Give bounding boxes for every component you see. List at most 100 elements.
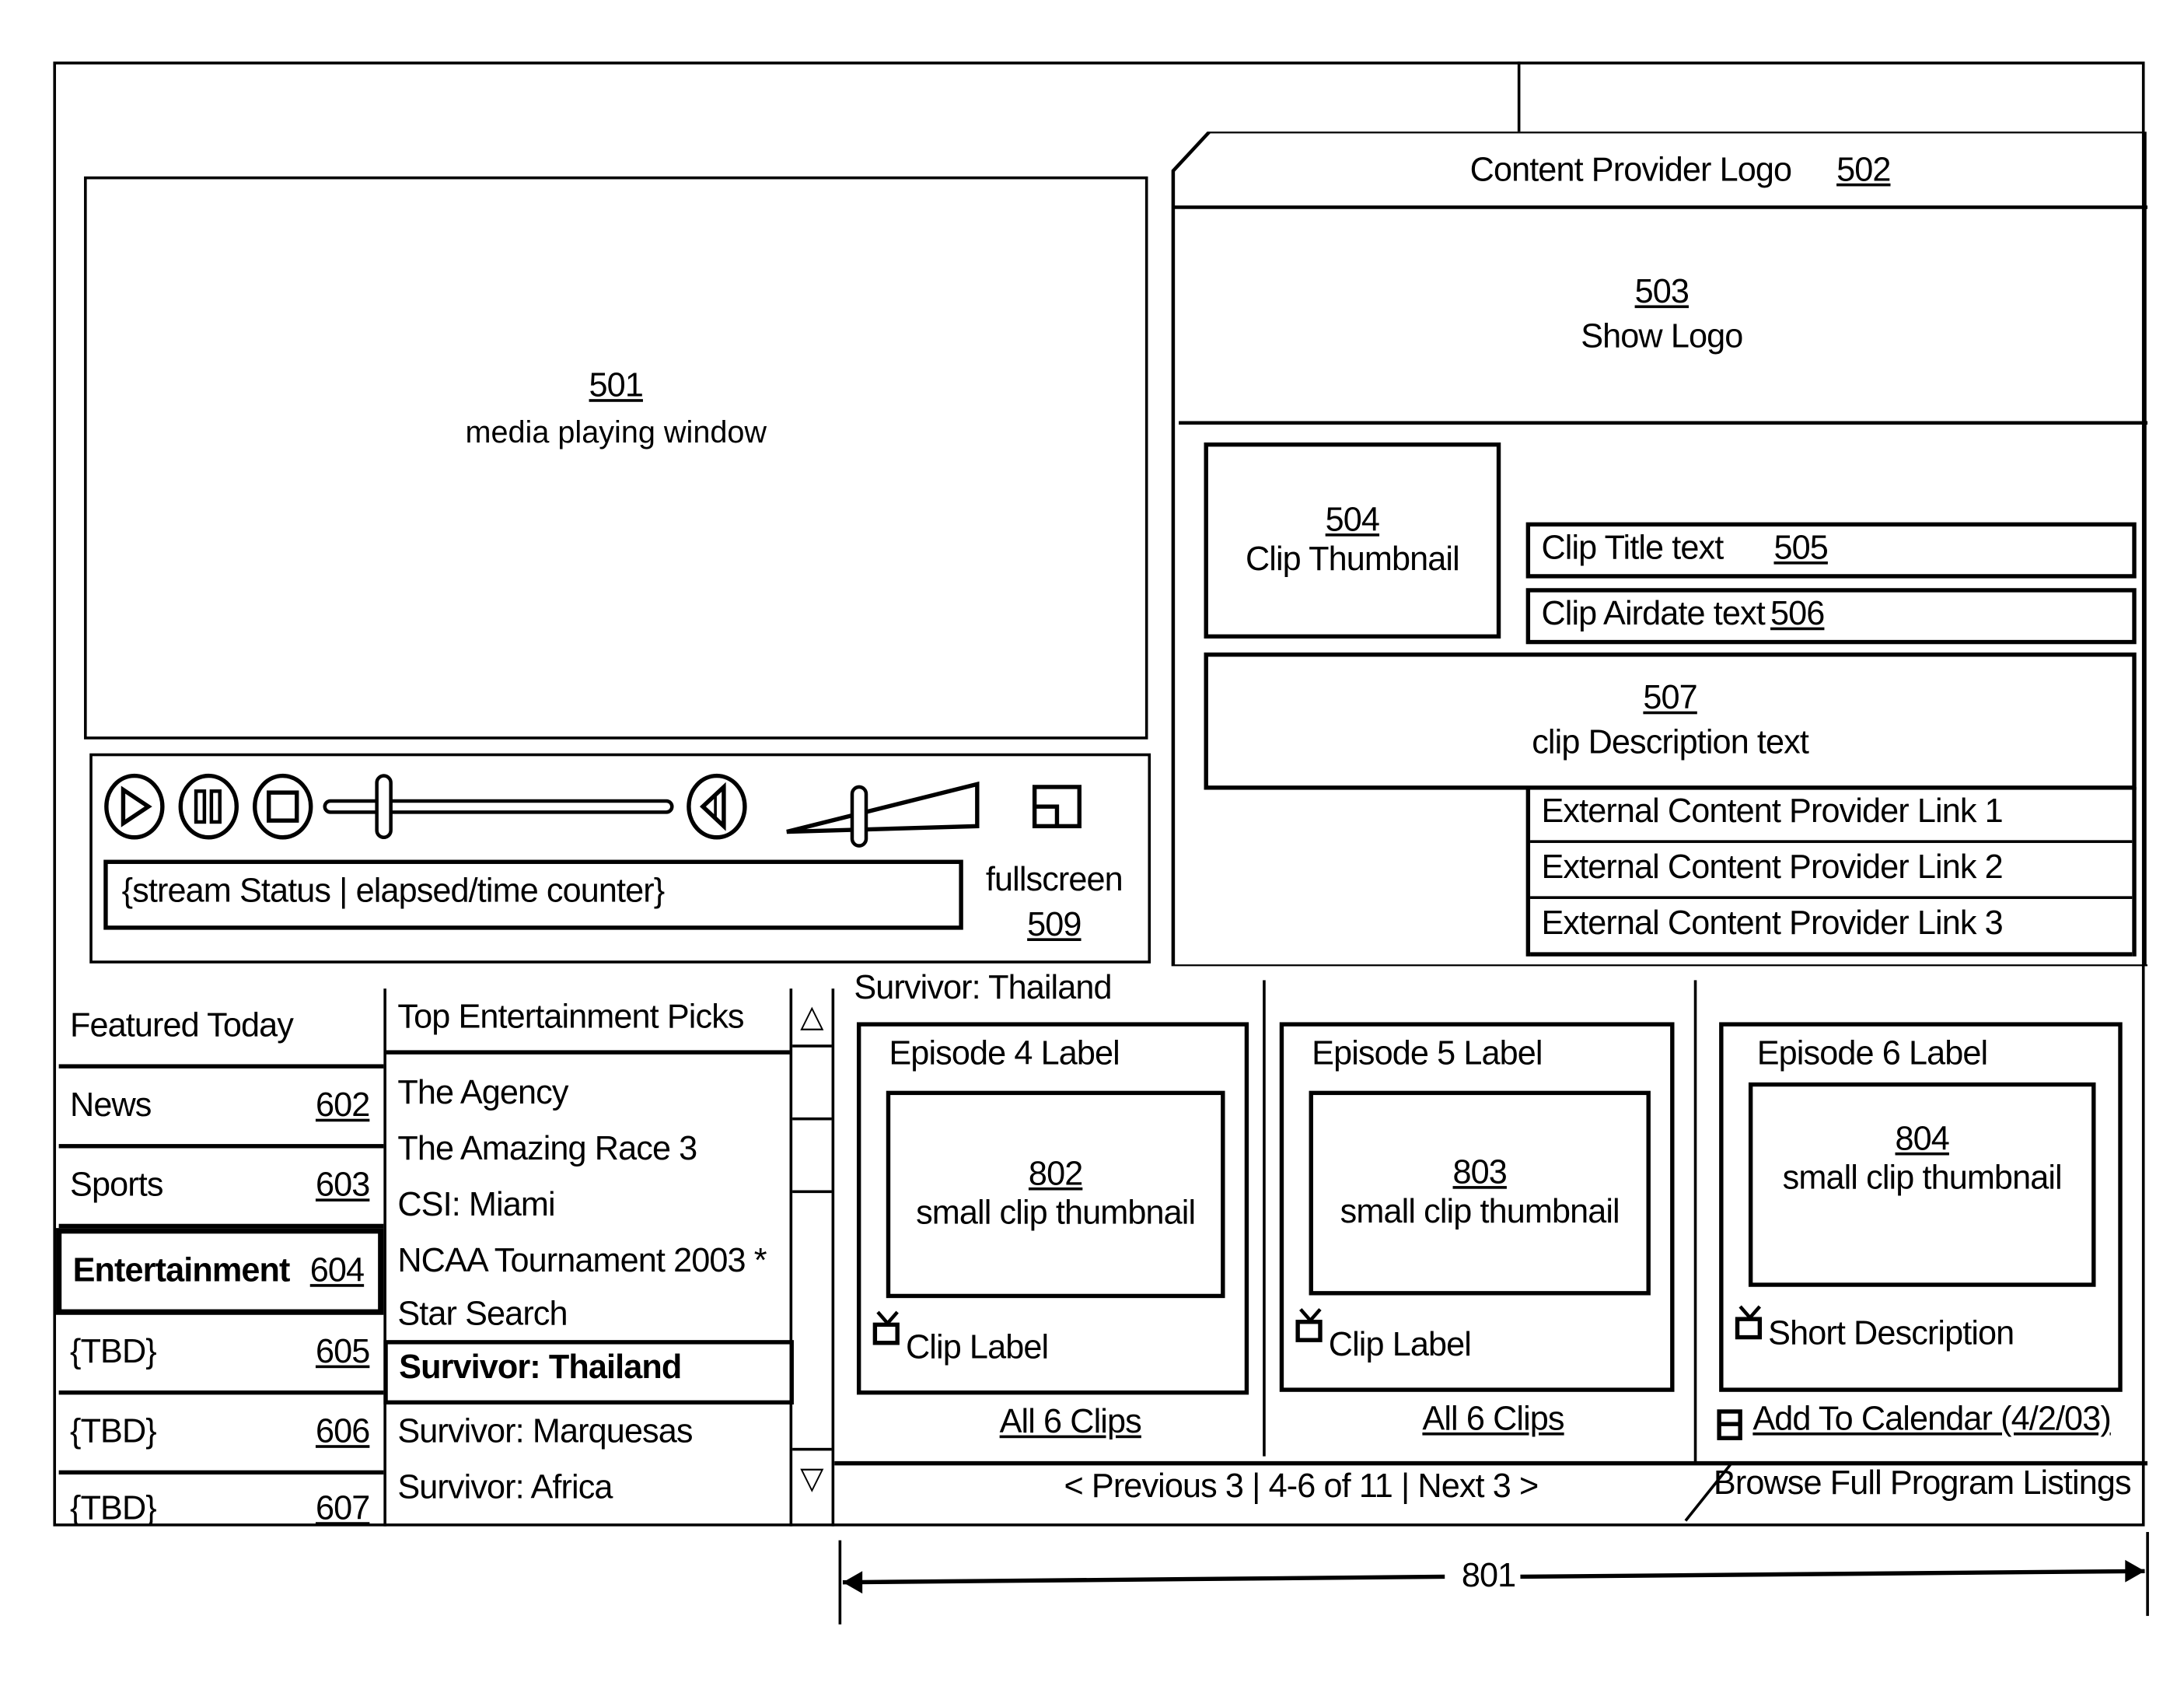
category-item-sports[interactable]: Sports 603 <box>58 1148 384 1229</box>
category-item-tbd-606[interactable]: {TBD} 606 <box>58 1394 384 1475</box>
episode-card[interactable]: Episode 6 Label 804 small clip thumbnail… <box>1719 1022 2123 1392</box>
thumbnail-ref: 804 <box>1895 1120 1950 1159</box>
clip-thumbnail-label: Clip Thumbnail <box>1245 540 1460 579</box>
fullscreen-button[interactable] <box>1030 782 1086 838</box>
thumbnail-label: small clip thumbnail <box>1782 1159 2063 1198</box>
small-clip-thumbnail[interactable]: 803 small clip thumbnail <box>1309 1090 1651 1296</box>
category-label: News <box>70 1086 152 1125</box>
category-label: {TBD} <box>70 1412 157 1451</box>
episodes-area: Survivor: Thailand Episode 4 Label 802 s… <box>834 966 2148 1526</box>
clip-thumbnail-ref: 504 <box>1325 501 1380 540</box>
provider-logo-ref: 502 <box>1836 151 1891 190</box>
scroll-down-button[interactable]: ▽ <box>792 1447 832 1507</box>
scroll-up-button[interactable]: △ <box>792 988 832 1048</box>
category-ref: 605 <box>315 1333 370 1371</box>
arrow-right-icon <box>2125 1559 2145 1583</box>
speaker-icon <box>699 782 726 831</box>
play-button[interactable] <box>104 773 165 840</box>
pick-item[interactable]: Survivor: Marquesas <box>386 1404 790 1460</box>
progress-slider[interactable] <box>323 774 674 840</box>
external-link-3[interactable]: External Content Provider Link 3 <box>1530 899 2133 957</box>
episode-label: Episode 5 Label <box>1312 1034 1543 1073</box>
episode-card[interactable]: Episode 4 Label 802 small clip thumbnail… <box>856 1022 1249 1395</box>
scrollbar-track[interactable] <box>792 1193 831 1448</box>
category-label: {TBD} <box>70 1489 157 1528</box>
episode-card[interactable]: Episode 5 Label 803 small clip thumbnail… <box>1279 1022 1675 1392</box>
picks-header-label: Top Entertainment Picks <box>397 998 744 1037</box>
triangle-up-icon: △ <box>800 998 824 1034</box>
clip-airdate-field: Clip Airdate text 506 <box>1525 588 2137 645</box>
category-ref: 603 <box>315 1166 370 1205</box>
pick-item[interactable]: Star Search <box>386 1289 790 1340</box>
episode-label: Episode 4 Label <box>889 1034 1120 1073</box>
pick-item[interactable]: CSI: Miami <box>386 1177 790 1233</box>
all-clips-link[interactable]: All 6 Clips <box>1422 1401 1564 1439</box>
episode-pager[interactable]: < Previous 3 | 4-6 of 11 | Next 3 > <box>1064 1467 1539 1506</box>
thumbnail-ref: 803 <box>1452 1153 1508 1192</box>
pick-item[interactable]: Survivor: Africa <box>386 1460 790 1516</box>
external-links: External Content Provider Link 1 Externa… <box>1525 786 2137 957</box>
clip-title-ref: 505 <box>1773 529 1828 568</box>
clip-label: Clip Label <box>1328 1326 1472 1364</box>
category-item-tbd-605[interactable]: {TBD} 605 <box>58 1315 384 1395</box>
picks-scrollbar[interactable]: △ ▽ <box>792 988 835 1527</box>
column-divider <box>1263 980 1266 1457</box>
small-clip-thumbnail[interactable]: 802 small clip thumbnail <box>886 1090 1225 1299</box>
category-label: Sports <box>70 1166 163 1205</box>
category-list: Featured Today News 602 Sports 603 Enter… <box>56 988 386 1527</box>
pick-item[interactable]: NCAA Tournament 2003 * <box>386 1233 790 1289</box>
fullscreen-label[interactable]: fullscreen 509 <box>977 857 1131 950</box>
show-logo: 503 Show Logo <box>1176 210 2148 420</box>
mute-button[interactable] <box>687 773 747 840</box>
pick-item-selected[interactable]: Survivor: Thailand <box>383 1340 794 1405</box>
clip-thumbnail[interactable]: 504 Clip Thumbnail <box>1204 442 1501 639</box>
player-controls-panel: {stream Status | elapsed/time counter} f… <box>89 753 1151 964</box>
thumbnail-ref: 802 <box>1028 1155 1083 1194</box>
all-clips-link[interactable]: All 6 Clips <box>1000 1403 1142 1442</box>
category-item-entertainment[interactable]: Entertainment 604 <box>56 1228 384 1315</box>
provider-logo-label: Content Provider Logo <box>1469 151 1792 190</box>
external-link-1[interactable]: External Content Provider Link 1 <box>1530 787 2133 843</box>
column-divider <box>1693 980 1697 1462</box>
progress-thumb <box>375 774 393 840</box>
clip-description-label: clip Description text <box>1532 723 1809 762</box>
content-provider-logo: Content Provider Logo 502 <box>1469 151 1892 190</box>
category-label: Entertainment <box>72 1251 291 1290</box>
category-label: {TBD} <box>70 1333 157 1371</box>
tv-icon <box>872 1310 900 1345</box>
add-to-calendar-link[interactable]: Add To Calendar (4/2/03) <box>1752 1401 2111 1439</box>
pick-item[interactable]: The Amazing Race 3 <box>386 1121 790 1177</box>
transport-controls <box>104 773 980 848</box>
short-description: Short Description <box>1768 1314 2015 1353</box>
show-logo-label: Show Logo <box>1581 317 1743 356</box>
external-link-2[interactable]: External Content Provider Link 2 <box>1530 843 2133 899</box>
pick-item[interactable]: The Agency <box>386 1065 790 1121</box>
pause-icon <box>194 789 207 824</box>
episodes-show-title: Survivor: Thailand <box>854 969 1112 1007</box>
volume-ramp <box>786 781 980 834</box>
stream-status-text: {stream Status | elapsed/time counter} <box>121 872 666 911</box>
stop-button[interactable] <box>253 773 313 840</box>
clip-info-panel: Content Provider Logo 502 503 Show Logo … <box>1170 131 2148 967</box>
clip-title-field: Clip Title text 505 <box>1525 522 2137 579</box>
clip-description-ref: 507 <box>1643 679 1697 717</box>
fullscreen-text: fullscreen <box>985 861 1123 899</box>
browse-full-listings-link[interactable]: Browse Full Program Listings <box>1714 1464 2132 1503</box>
thumbnail-label: small clip thumbnail <box>916 1194 1196 1233</box>
small-clip-thumbnail[interactable]: 804 small clip thumbnail <box>1748 1082 2096 1287</box>
scrollbar-thumb[interactable] <box>792 1117 832 1194</box>
category-item-tbd-607[interactable]: {TBD} 607 <box>59 1474 384 1544</box>
pause-button[interactable] <box>178 773 239 840</box>
media-playing-window[interactable]: 501 media playing window <box>84 176 1148 740</box>
dimension-ref: 801 <box>1461 1557 1516 1595</box>
arrow-left-icon <box>842 1571 863 1594</box>
picks-list: Top Entertainment Picks The Agency The A… <box>383 988 794 1527</box>
category-ref: 604 <box>309 1251 365 1290</box>
category-item-news[interactable]: News 602 <box>58 1069 384 1149</box>
volume-slider[interactable] <box>786 781 980 848</box>
clip-label: Clip Label <box>905 1328 1049 1367</box>
triangle-down-icon: ▽ <box>800 1460 824 1496</box>
volume-thumb <box>850 785 868 848</box>
play-icon <box>121 785 152 827</box>
category-header-label: Featured Today <box>70 1006 294 1045</box>
